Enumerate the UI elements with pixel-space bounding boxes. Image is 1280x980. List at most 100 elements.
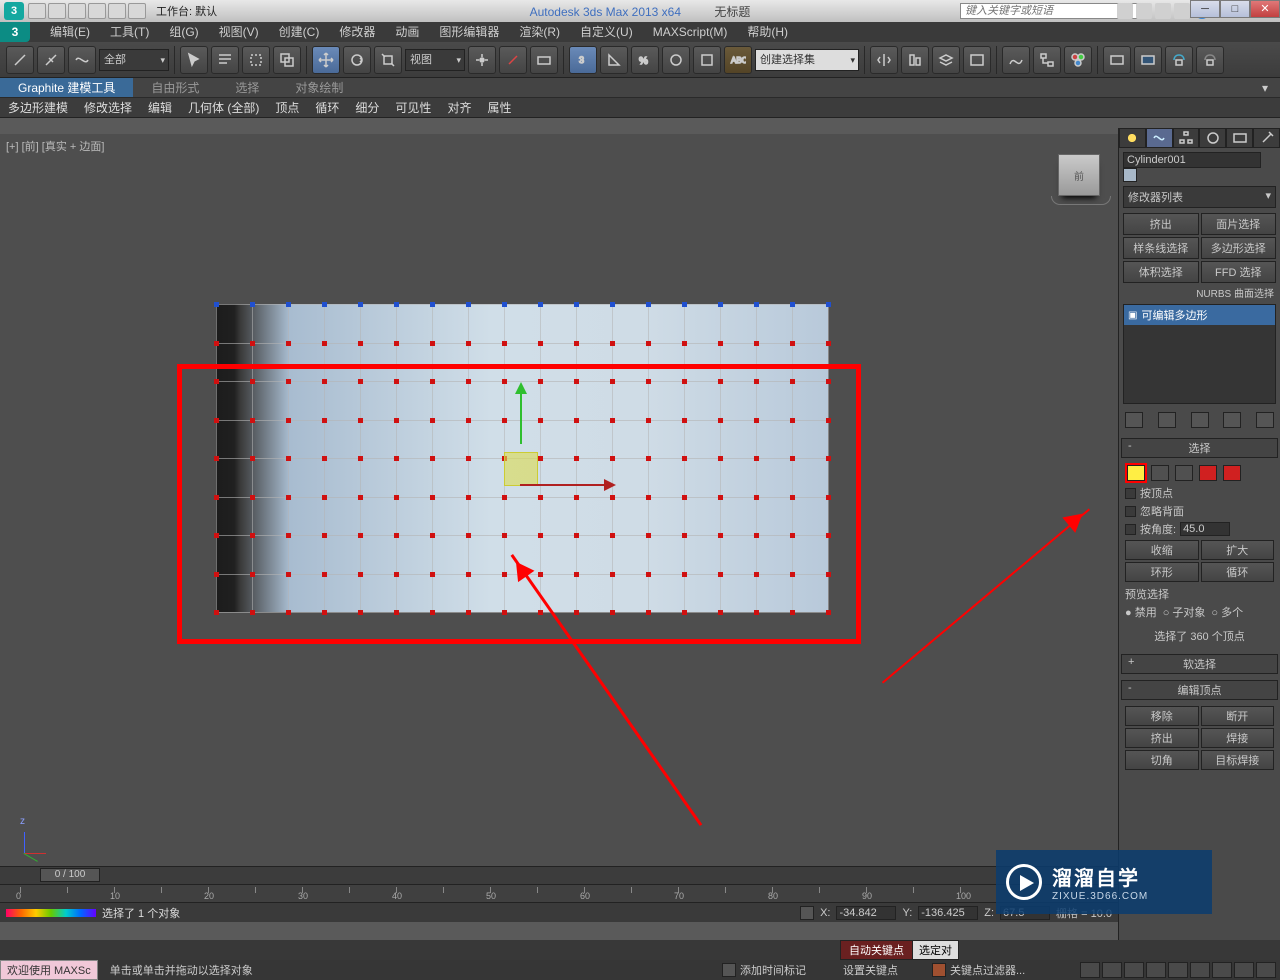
coordinate-display-icon[interactable] — [800, 906, 814, 920]
layer-manager-icon[interactable] — [963, 46, 991, 74]
ribbon-tab-graphite[interactable]: Graphite 建模工具 — [0, 78, 133, 97]
configure-modifier-icon[interactable] — [1256, 412, 1274, 428]
menu-modifiers[interactable]: 修改器 — [329, 22, 385, 42]
preview-subobj-radio[interactable]: 子对象 — [1163, 604, 1206, 620]
selection-filter-dropdown[interactable]: 全部 — [99, 49, 169, 71]
grow-button[interactable]: 扩大 — [1201, 540, 1275, 560]
workspace-dropdown[interactable]: 工作台: 默认 — [156, 3, 217, 19]
mod-ffdselect[interactable]: FFD 选择 — [1201, 261, 1277, 283]
qat-save-icon[interactable] — [68, 3, 86, 19]
named-sel-icon[interactable]: ABC — [724, 46, 752, 74]
pin-stack-icon[interactable] — [1125, 412, 1143, 428]
minimize-button[interactable]: ─ — [1190, 0, 1220, 18]
subobj-polygon-icon[interactable] — [1199, 465, 1217, 481]
align-icon[interactable] — [901, 46, 929, 74]
ribbon-tab-selection[interactable]: 选择 — [217, 78, 277, 97]
select-scale-icon[interactable] — [374, 46, 402, 74]
mod-extrude[interactable]: 挤出 — [1123, 213, 1199, 235]
spinner-snap-icon[interactable] — [662, 46, 690, 74]
add-time-tag-button[interactable]: 添加时间标记 — [722, 962, 806, 978]
keyboard-shortcut-icon[interactable] — [530, 46, 558, 74]
remove-button[interactable]: 移除 — [1125, 706, 1199, 726]
maximize-button[interactable]: □ — [1220, 0, 1250, 18]
rendered-frame-icon[interactable] — [1134, 46, 1162, 74]
by-vertex-checkbox[interactable] — [1125, 488, 1136, 499]
cp-tab-display-icon[interactable] — [1226, 128, 1253, 148]
key-filters-button[interactable]: 关键点过滤器... — [932, 962, 1025, 978]
subobj-edge-icon[interactable] — [1151, 465, 1169, 481]
mod-nurbs-label[interactable]: NURBS 曲面选择 — [1119, 285, 1280, 300]
ribpanel-modifysel[interactable]: 修改选择 — [76, 98, 140, 117]
goto-end-icon[interactable] — [1168, 962, 1188, 978]
orbit-view-icon[interactable] — [1212, 962, 1232, 978]
close-button[interactable]: ✕ — [1250, 0, 1280, 18]
mod-splineselect[interactable]: 样条线选择 — [1123, 237, 1199, 259]
ribpanel-props[interactable]: 属性 — [479, 98, 519, 117]
by-angle-spinner[interactable] — [1180, 522, 1230, 536]
play-icon[interactable] — [1124, 962, 1144, 978]
exchange-icon[interactable] — [1155, 3, 1171, 19]
track-bar[interactable]: 0102030405060708090100 — [0, 884, 1118, 902]
ribpanel-subdiv[interactable]: 细分 — [347, 98, 387, 117]
rollout-editvertex-header[interactable]: -编辑顶点 — [1121, 680, 1278, 700]
window-crossing-icon[interactable] — [273, 46, 301, 74]
cp-tab-motion-icon[interactable] — [1199, 128, 1226, 148]
menu-views[interactable]: 视图(V) — [209, 22, 269, 42]
chamfer-button[interactable]: 切角 — [1125, 750, 1199, 770]
goto-start-icon[interactable] — [1080, 962, 1100, 978]
subobj-vertex-icon[interactable] — [1127, 465, 1145, 481]
ribbon-tab-paint[interactable]: 对象绘制 — [277, 78, 361, 97]
time-slider[interactable]: 0 / 100 — [0, 866, 1118, 884]
angle-snap-icon[interactable] — [600, 46, 628, 74]
menu-edit[interactable]: 编辑(E) — [40, 22, 100, 42]
curve-editor-icon[interactable] — [1002, 46, 1030, 74]
break-button[interactable]: 断开 — [1201, 706, 1275, 726]
percent-snap-icon[interactable]: % — [631, 46, 659, 74]
infocenter-search-icon[interactable] — [1117, 3, 1133, 19]
select-rotate-icon[interactable] — [343, 46, 371, 74]
menu-customize[interactable]: 自定义(U) — [570, 22, 643, 42]
named-selection-dropdown[interactable]: 创建选择集 — [755, 49, 859, 71]
mirror-icon[interactable] — [870, 46, 898, 74]
select-by-name-icon[interactable] — [211, 46, 239, 74]
show-end-result-icon[interactable] — [1158, 412, 1176, 428]
ignore-backfacing-checkbox[interactable] — [1125, 506, 1136, 517]
render-setup-icon[interactable] — [1103, 46, 1131, 74]
preview-multi-radio[interactable]: 多个 — [1211, 604, 1243, 620]
edit-named-sel-icon[interactable] — [693, 46, 721, 74]
select-link-icon[interactable] — [6, 46, 34, 74]
coord-y-field[interactable] — [918, 906, 978, 920]
render-production-icon[interactable] — [1165, 46, 1193, 74]
key-filter-dropdown[interactable]: 选定对 — [912, 940, 959, 960]
mod-volselect[interactable]: 体积选择 — [1123, 261, 1199, 283]
time-slider-knob[interactable]: 0 / 100 — [40, 868, 100, 882]
infocenter-search[interactable] — [960, 3, 1140, 19]
menu-rendering[interactable]: 渲染(R) — [509, 22, 570, 42]
qat-open-icon[interactable] — [48, 3, 66, 19]
menu-grapheditors[interactable]: 图形编辑器 — [429, 22, 509, 42]
ribbon-expand-icon[interactable]: ▾ — [1244, 78, 1280, 97]
schematic-view-icon[interactable] — [1033, 46, 1061, 74]
cp-tab-hierarchy-icon[interactable] — [1173, 128, 1200, 148]
menu-create[interactable]: 创建(C) — [269, 22, 330, 42]
use-pivot-center-icon[interactable] — [468, 46, 496, 74]
object-color-swatch[interactable] — [1123, 168, 1137, 182]
rollout-selection-header[interactable]: -选择 — [1121, 438, 1278, 458]
menu-maxscript[interactable]: MAXScript(M) — [643, 22, 738, 42]
remove-modifier-icon[interactable] — [1223, 412, 1241, 428]
weld-button[interactable]: 焊接 — [1201, 728, 1275, 748]
mod-patchselect[interactable]: 面片选择 — [1201, 213, 1277, 235]
ribpanel-align[interactable]: 对齐 — [439, 98, 479, 117]
select-region-icon[interactable] — [242, 46, 270, 74]
ribpanel-vertices[interactable]: 顶点 — [267, 98, 307, 117]
cp-tab-create-icon[interactable] — [1119, 128, 1146, 148]
extrude-button[interactable]: 挤出 — [1125, 728, 1199, 748]
rollout-softsel-header[interactable]: +软选择 — [1121, 654, 1278, 674]
ref-coord-dropdown[interactable]: 视图 — [405, 49, 465, 71]
select-manipulate-icon[interactable] — [499, 46, 527, 74]
subobj-element-icon[interactable] — [1223, 465, 1241, 481]
unlink-icon[interactable] — [37, 46, 65, 74]
shrink-button[interactable]: 收缩 — [1125, 540, 1199, 560]
targetweld-button[interactable]: 目标焊接 — [1201, 750, 1275, 770]
favorite-icon[interactable] — [1174, 3, 1190, 19]
